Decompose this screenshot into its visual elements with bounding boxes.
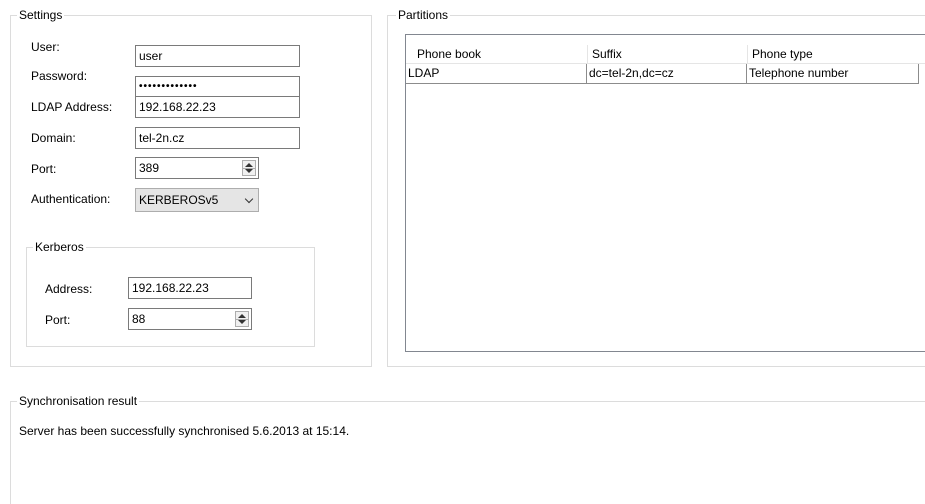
ldap-address-label: LDAP Address: xyxy=(31,100,113,114)
partitions-table[interactable]: Phone book Suffix Phone type LDAP dc=tel… xyxy=(405,34,925,352)
kerberos-port-value: 88 xyxy=(132,312,146,326)
partitions-group-title: Partitions xyxy=(396,8,451,22)
table-row[interactable]: LDAP dc=tel-2n,dc=cz Telephone number xyxy=(406,64,925,84)
column-header-phone-type[interactable]: Phone type xyxy=(747,45,925,63)
domain-label: Domain: xyxy=(31,131,76,145)
user-field[interactable]: user xyxy=(135,45,300,67)
table-header: Phone book Suffix Phone type xyxy=(406,45,925,64)
column-header-phone-book[interactable]: Phone book xyxy=(406,45,587,63)
table-cell-phone-type: Telephone number xyxy=(747,64,919,84)
port-spinner-icon[interactable] xyxy=(242,160,256,176)
domain-field[interactable]: tel-2n.cz xyxy=(135,127,300,149)
port-value: 389 xyxy=(139,161,160,175)
authentication-select[interactable]: KERBEROSv5 xyxy=(135,188,259,212)
kerberos-port-spinner-icon[interactable] xyxy=(235,311,249,327)
table-cell-phone-book: LDAP xyxy=(406,64,587,84)
settings-group-title: Settings xyxy=(17,8,65,22)
password-field[interactable]: ••••••••••••• xyxy=(135,76,300,98)
password-label: Password: xyxy=(31,69,88,83)
chevron-down-icon xyxy=(244,194,254,204)
kerberos-port-label: Port: xyxy=(45,313,71,327)
kerberos-address-label: Address: xyxy=(45,282,93,296)
authentication-label: Authentication: xyxy=(31,192,111,206)
kerberos-port-stepper[interactable]: 88 xyxy=(128,308,252,330)
table-cell-suffix: dc=tel-2n,dc=cz xyxy=(587,64,747,84)
sync-result-group-title: Synchronisation result xyxy=(17,394,140,408)
authentication-value: KERBEROSv5 xyxy=(139,193,219,207)
settings-group: Settings User: user Password: ••••••••••… xyxy=(10,8,372,367)
port-label: Port: xyxy=(31,162,57,176)
partitions-group: Partitions Phone book Suffix Phone type … xyxy=(387,8,925,367)
kerberos-address-field[interactable]: 192.168.22.23 xyxy=(128,277,252,299)
column-header-suffix[interactable]: Suffix xyxy=(587,45,747,63)
ldap-address-field[interactable]: 192.168.22.23 xyxy=(135,96,300,118)
sync-result-message: Server has been successfully synchronise… xyxy=(19,424,350,438)
user-label: User: xyxy=(31,40,60,54)
kerberos-group-title: Kerberos xyxy=(33,240,86,254)
kerberos-group: Kerberos Address: 192.168.22.23 Port: 88 xyxy=(26,240,315,347)
port-stepper[interactable]: 389 xyxy=(135,157,259,179)
sync-result-group: Synchronisation result Server has been s… xyxy=(10,394,925,504)
